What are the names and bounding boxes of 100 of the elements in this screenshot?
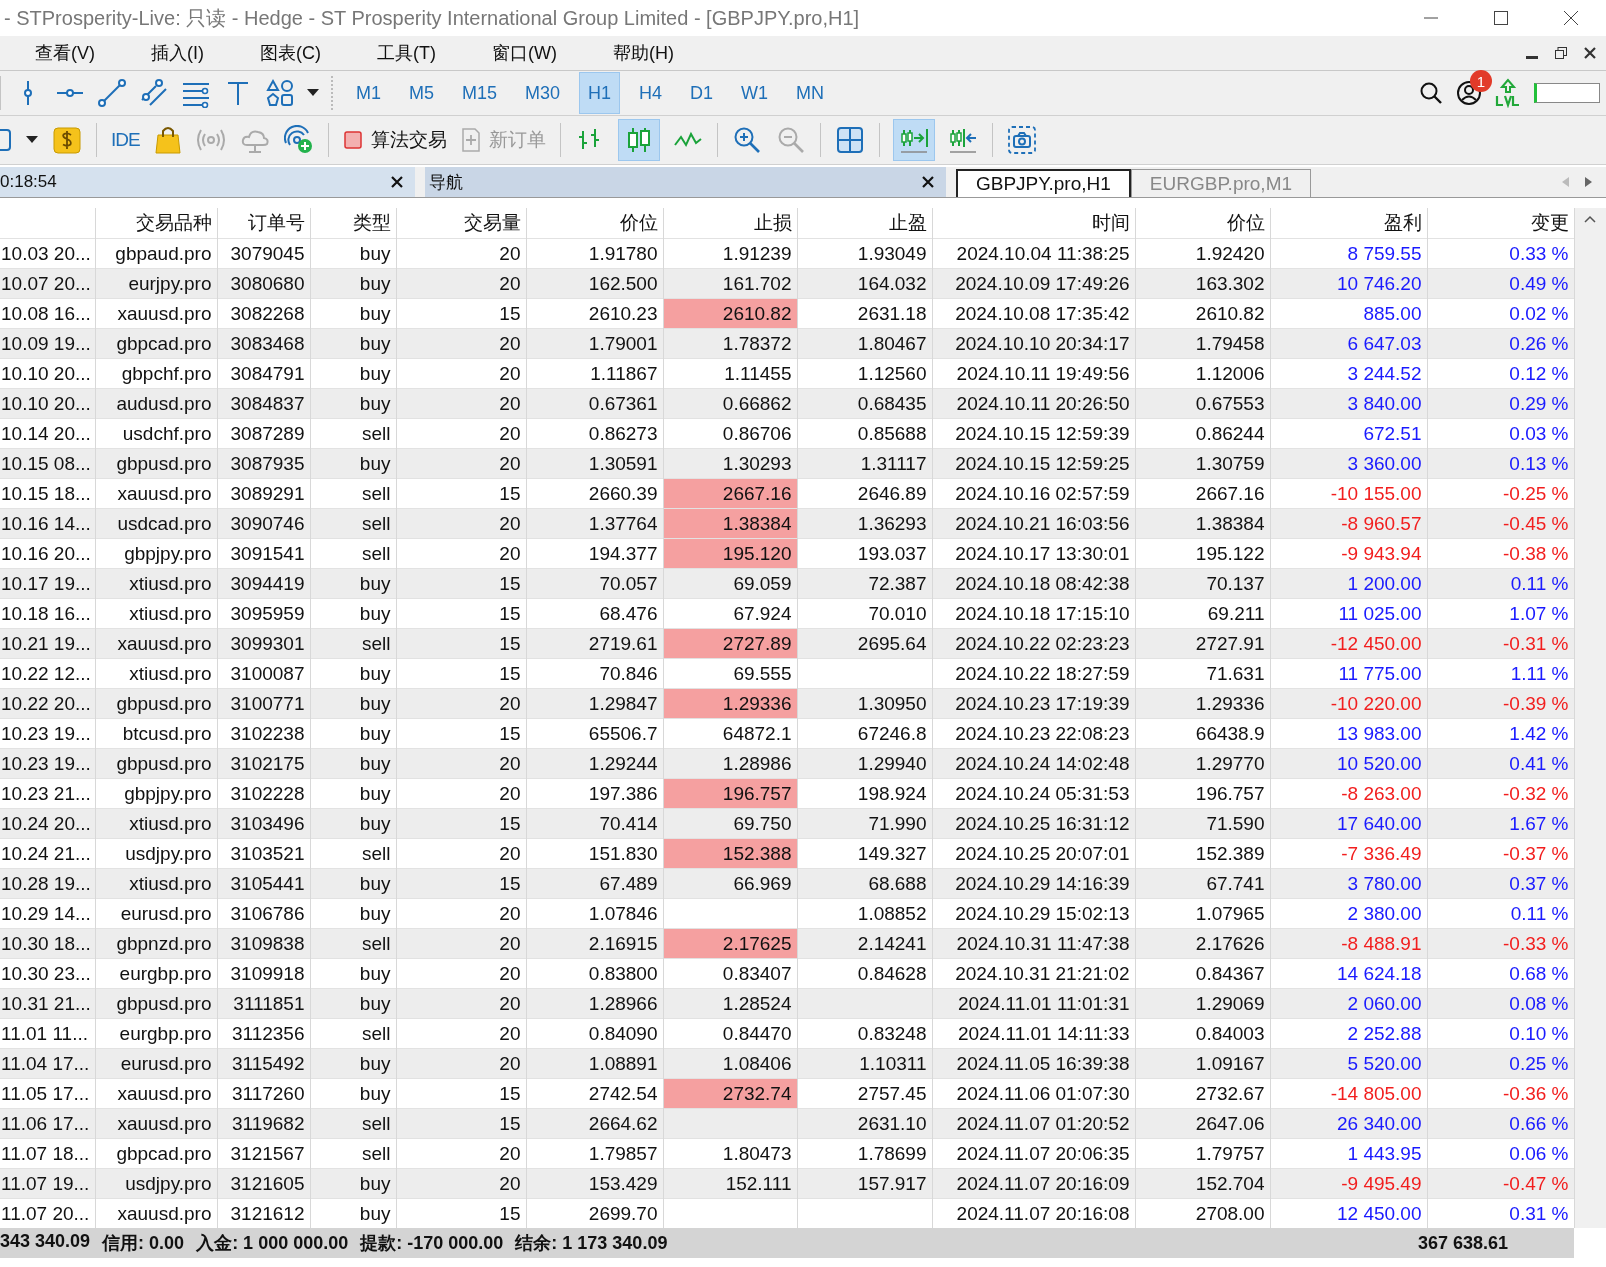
table-cell: 15 — [396, 568, 526, 599]
notification-badge: 1 — [1470, 70, 1492, 92]
menu-item[interactable]: 查看(V) — [18, 41, 112, 65]
channel-icon[interactable] — [139, 78, 169, 108]
table-cell: buy — [310, 688, 396, 719]
table-cell: 69.059 — [663, 568, 797, 599]
timeframe-button[interactable]: M1 — [348, 73, 389, 113]
column-header[interactable]: 价位 — [526, 208, 663, 239]
timeframe-button[interactable]: D1 — [682, 73, 722, 113]
table-cell: 11.07 19... — [0, 1168, 95, 1199]
table-cell: 10.09 19... — [0, 328, 95, 359]
table-cell: 1.79001 — [526, 328, 663, 359]
table-cell: 0.08 % — [1427, 988, 1574, 1019]
table-cell: xtiusd.pro — [95, 868, 217, 899]
table-cell: 1.30759 — [1135, 448, 1270, 479]
table-cell: 1.36293 — [797, 508, 932, 539]
table-cell: -10 220.00 — [1270, 688, 1427, 719]
table-cell: 1.29336 — [663, 688, 797, 719]
table-cell: 1.29244 — [526, 748, 663, 779]
table-cell: 70.414 — [526, 808, 663, 839]
column-header[interactable]: 止盈 — [797, 208, 932, 239]
table-cell: 162.500 — [526, 268, 663, 299]
table-cell: usdcad.pro — [95, 508, 217, 539]
table-cell: 1.29847 — [526, 688, 663, 719]
table-cell: 3 840.00 — [1270, 388, 1427, 419]
table-cell: 10.17 19... — [0, 568, 95, 599]
table-cell: 3121605 — [217, 1168, 310, 1199]
table-cell: 68.688 — [797, 868, 932, 899]
menu-item[interactable]: 图表(C) — [243, 41, 338, 65]
scroll-up-icon[interactable] — [1583, 214, 1598, 224]
timeframe-button[interactable]: M5 — [401, 73, 443, 113]
table-cell: 2732.74 — [663, 1078, 797, 1109]
tile-windows-icon[interactable] — [834, 125, 865, 155]
close-icon[interactable] — [922, 176, 934, 188]
table-cell: 0.66 % — [1427, 1108, 1574, 1139]
search-icon[interactable] — [1418, 80, 1444, 106]
column-header[interactable]: 交易品种 — [95, 208, 217, 239]
signal-add-icon[interactable] — [283, 125, 314, 155]
screenshot-icon[interactable] — [1006, 125, 1037, 155]
shapes-icon[interactable] — [265, 78, 295, 108]
timeframe-button[interactable]: M30 — [517, 73, 569, 113]
table-cell: 20 — [396, 448, 526, 479]
table-cell: usdjpy.pro — [95, 1168, 217, 1199]
close-icon[interactable] — [1584, 47, 1596, 59]
level-up-icon[interactable] — [1494, 78, 1522, 108]
table-cell: 2.17625 — [663, 928, 797, 959]
maximize-icon[interactable] — [1493, 10, 1509, 26]
table-cell: 67.741 — [1135, 868, 1270, 899]
table-cell: 1.79458 — [1135, 328, 1270, 359]
table-cell: 1.38384 — [663, 508, 797, 539]
column-header[interactable]: 止损 — [663, 208, 797, 239]
column-header[interactable]: 变更 — [1427, 208, 1574, 239]
caret-icon[interactable] — [26, 136, 38, 144]
column-header[interactable]: 时间 — [932, 208, 1135, 239]
table-cell: 1.31117 — [797, 448, 932, 479]
scroll-right-icon[interactable] — [1584, 177, 1592, 187]
table-cell: 1.80467 — [797, 328, 932, 359]
menu-item[interactable]: 窗口(W) — [475, 41, 574, 65]
ide-button[interactable]: IDE — [111, 129, 140, 151]
table-cell: 2727.89 — [663, 628, 797, 659]
column-header[interactable]: 订单号 — [217, 208, 310, 239]
table-cell: buy — [310, 388, 396, 419]
scrollbar[interactable] — [1574, 208, 1606, 1228]
table-cell: gbpusd.pro — [95, 448, 217, 479]
table-cell: sell — [310, 628, 396, 659]
scroll-right-icon[interactable] — [893, 120, 934, 160]
restore-icon[interactable] — [1555, 47, 1567, 59]
trend-line-icon[interactable] — [97, 78, 127, 108]
candlestick-icon[interactable] — [618, 120, 659, 160]
table-cell: 20 — [396, 388, 526, 419]
table-cell: 1.28524 — [663, 988, 797, 1019]
table-cell: 72.387 — [797, 568, 932, 599]
timeframe-button[interactable]: H1 — [580, 73, 620, 113]
menu-item[interactable]: 帮助(H) — [595, 41, 691, 65]
table-cell: xauusd.pro — [95, 1108, 217, 1139]
timeframe-button[interactable]: W1 — [733, 73, 777, 113]
column-header[interactable]: 类型 — [310, 208, 396, 239]
close-icon[interactable] — [391, 176, 403, 188]
menu-item[interactable]: 工具(T) — [360, 41, 453, 65]
menu-item[interactable]: 插入(I) — [134, 41, 221, 65]
column-header[interactable]: 交易量 — [396, 208, 526, 239]
caret-icon[interactable] — [307, 89, 319, 97]
column-header[interactable]: 价位 — [1135, 208, 1270, 239]
algo-trading-button[interactable]: 算法交易 — [342, 121, 447, 159]
summary-text: 367 638.61 — [1418, 1232, 1510, 1254]
timeframe-button[interactable]: H4 — [631, 73, 671, 113]
table-cell: 70.057 — [526, 568, 663, 599]
table-cell: buy — [310, 268, 396, 299]
table-cell: -0.33 % — [1427, 928, 1574, 959]
table-cell: 15 — [396, 868, 526, 899]
timeframe-button[interactable]: M15 — [454, 73, 506, 113]
table-cell: 10.15 08... — [0, 448, 95, 479]
table-cell: 0.11 % — [1427, 568, 1574, 599]
dollar-icon[interactable] — [52, 125, 82, 155]
close-icon[interactable] — [1563, 10, 1579, 26]
level-bar — [1534, 83, 1600, 103]
chart-tab[interactable]: GBPJPY.pro,H1 — [956, 169, 1131, 197]
shopping-bag-icon[interactable] — [153, 125, 182, 155]
column-header[interactable]: 盈利 — [1270, 208, 1427, 239]
timeframe-button[interactable]: MN — [788, 73, 833, 113]
